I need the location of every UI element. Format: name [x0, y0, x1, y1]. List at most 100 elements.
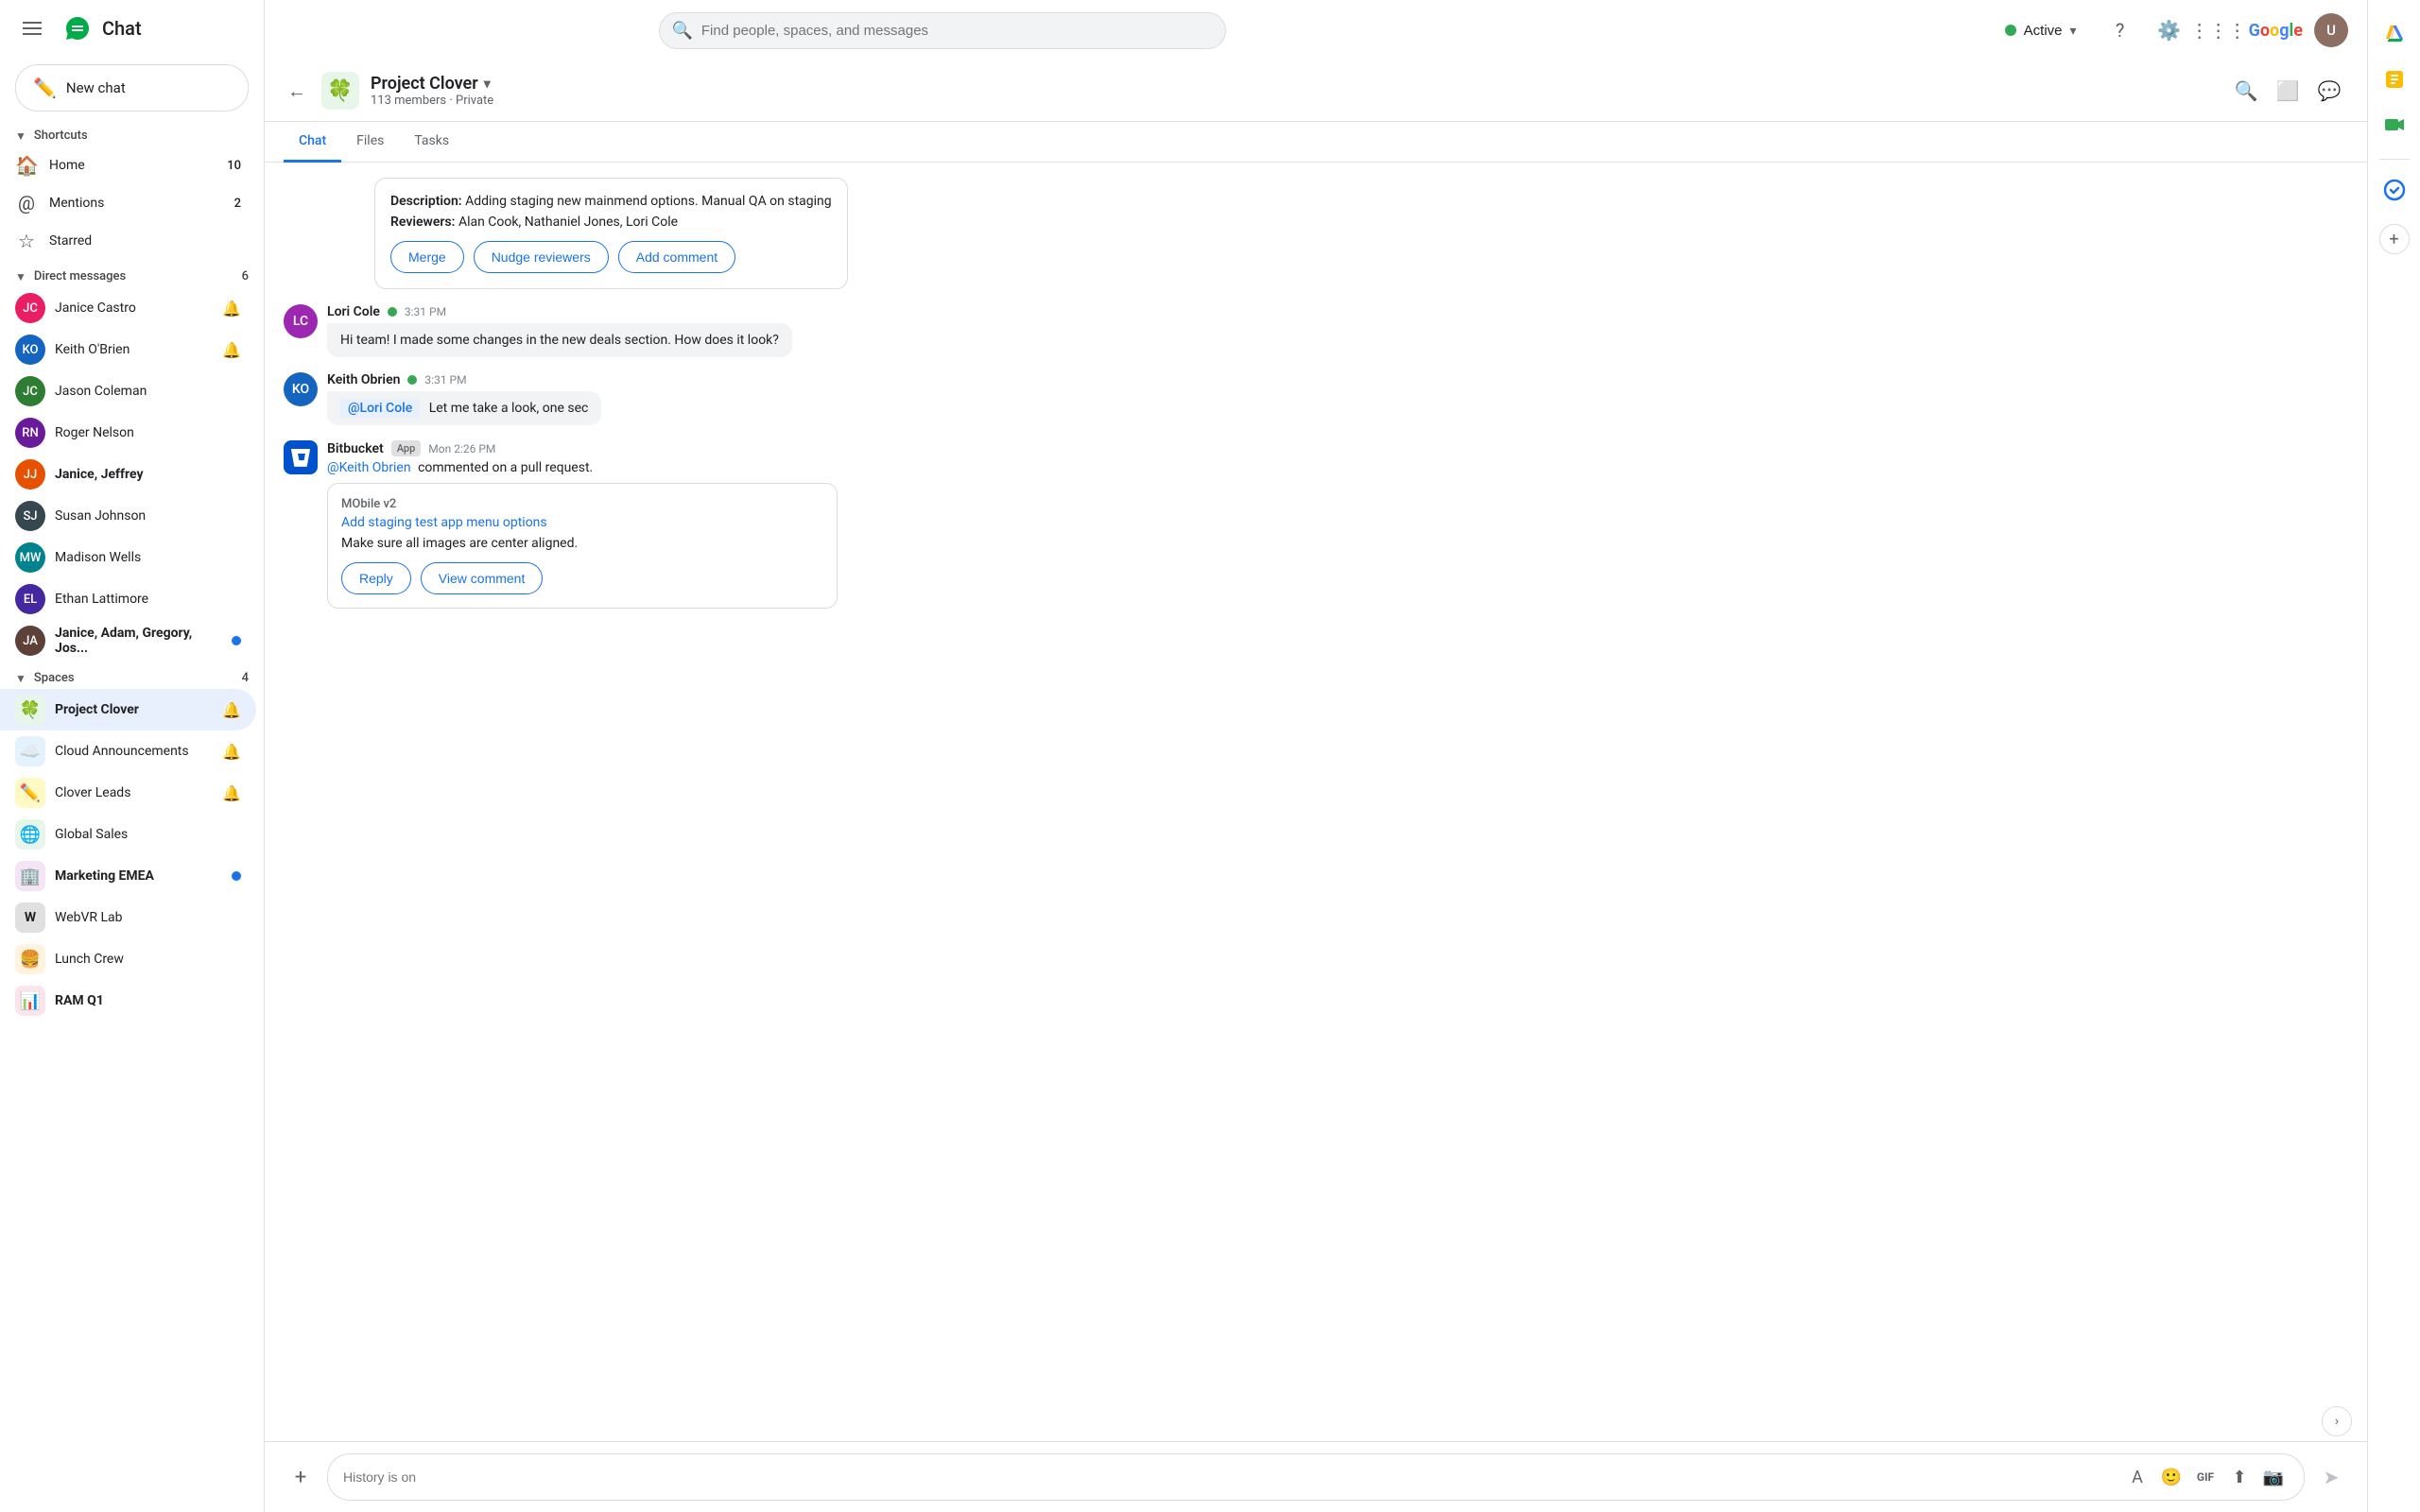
tab-files[interactable]: Files — [341, 122, 399, 163]
avatar-roger: RN — [15, 418, 45, 448]
video-icon[interactable]: 📷 — [2258, 1462, 2289, 1492]
msg-header-keith: Keith Obrien 3:31 PM — [327, 372, 2348, 387]
new-chat-button[interactable]: ✏️ New chat — [15, 64, 249, 112]
space-name-cloud: Cloud Announcements — [55, 744, 213, 759]
send-button[interactable]: ➤ — [2314, 1460, 2348, 1494]
spaces-label: Spaces — [34, 671, 75, 685]
shortcuts-chevron: ▼ — [15, 129, 26, 143]
chat-title-area: Project Clover ▾ 113 members · Private — [371, 74, 2216, 108]
upload-icon[interactable]: ⬆ — [2224, 1462, 2255, 1492]
shortcuts-label: Shortcuts — [34, 129, 88, 143]
status-label: Active — [2024, 23, 2063, 39]
avatar-keith: KO — [15, 335, 45, 365]
pr-message-row: Description: Adding staging new mainmend… — [284, 178, 2348, 289]
spaces-section[interactable]: ▼ Spaces 4 — [0, 662, 264, 689]
google-drive-icon-btn[interactable] — [2376, 15, 2413, 53]
help-icon-btn[interactable]: ? — [2101, 11, 2139, 49]
space-lunch-crew[interactable]: 🍔 Lunch Crew — [0, 938, 256, 980]
tab-tasks[interactable]: Tasks — [399, 122, 464, 163]
chat-subtitle: 113 members · Private — [371, 94, 2216, 108]
dm-name-susan: Susan Johnson — [55, 508, 241, 524]
avatar-group: JA — [15, 626, 45, 656]
gif-icon[interactable]: GIF — [2190, 1462, 2221, 1492]
dm-item-roger[interactable]: RN Roger Nelson — [0, 412, 256, 454]
dm-item-janice-jeffrey[interactable]: JJ Janice, Jeffrey — [0, 454, 256, 495]
dm-item-madison[interactable]: MW Madison Wells — [0, 537, 256, 578]
nudge-reviewers-button[interactable]: Nudge reviewers — [474, 241, 609, 273]
space-cloud-announcements[interactable]: ☁️ Cloud Announcements 🔔 — [0, 730, 256, 772]
mentions-nav-item[interactable]: @ Mentions 2 — [0, 184, 256, 222]
space-global-sales[interactable]: 🌐 Global Sales — [0, 814, 256, 855]
tab-chat[interactable]: Chat — [284, 122, 341, 163]
mention-tag-lori: @Lori Cole — [340, 399, 420, 418]
space-webvr-lab[interactable]: W WebVR Lab — [0, 897, 256, 938]
space-clover-leads[interactable]: ✏️ Clover Leads 🔔 — [0, 772, 256, 814]
home-nav-item[interactable]: 🏠 Home 10 — [0, 146, 256, 184]
msg-time-bitbucket: Mon 2:26 PM — [428, 442, 495, 455]
space-ram-q1[interactable]: 📊 RAM Q1 — [0, 980, 256, 1022]
user-avatar[interactable]: U — [2314, 13, 2348, 47]
message-input[interactable] — [343, 1469, 2115, 1485]
chat-title[interactable]: Project Clover ▾ — [371, 74, 2216, 94]
merge-button[interactable]: Merge — [390, 241, 464, 273]
spaces-count: 4 — [242, 671, 249, 685]
pr-card: Description: Adding staging new mainmend… — [374, 178, 848, 289]
msg-name-lori: Lori Cole — [327, 304, 380, 319]
hamburger-icon[interactable] — [15, 14, 49, 43]
add-comment-button[interactable]: Add comment — [618, 241, 735, 273]
avatar-janice-castro: JC — [15, 293, 45, 323]
dm-name-janice-jeffrey: Janice, Jeffrey — [55, 467, 241, 482]
dm-item-jason[interactable]: JC Jason Coleman — [0, 370, 256, 412]
dm-item-keith[interactable]: KO Keith O'Brien 🔔 — [0, 329, 256, 370]
add-button[interactable]: + — [284, 1460, 318, 1494]
format-text-icon[interactable]: A — [2122, 1462, 2152, 1492]
dm-section[interactable]: ▼ Direct messages 6 — [0, 260, 264, 287]
google-logo: Google — [2249, 21, 2303, 41]
settings-icon-btn[interactable]: ⚙️ — [2151, 11, 2188, 49]
msg-text-keith: Let me take a look, one sec — [429, 401, 589, 416]
starred-label: Starred — [49, 233, 241, 249]
back-button[interactable]: ← — [284, 76, 310, 107]
starred-nav-item[interactable]: ☆ Starred — [0, 222, 256, 260]
google-keep-icon-btn[interactable] — [2376, 60, 2413, 98]
bell-icon-cloud: 🔔 — [222, 743, 241, 761]
space-marketing-emea[interactable]: 🏢 Marketing EMEA — [0, 855, 256, 897]
shortcuts-section[interactable]: ▼ Shortcuts — [0, 119, 264, 146]
space-icon-marketing: 🏢 — [15, 861, 45, 891]
app-title: Chat — [102, 17, 142, 40]
dm-item-janice-castro[interactable]: JC Janice Castro 🔔 — [0, 287, 256, 329]
avatar-susan: SJ — [15, 501, 45, 531]
space-icon-ram: 📊 — [15, 986, 45, 1016]
search-bar: 🔍 — [659, 12, 1226, 49]
search-chat-button[interactable]: 🔍 — [2227, 72, 2265, 110]
status-button[interactable]: Active ▾ — [1992, 15, 2090, 46]
bitbucket-desc: Make sure all images are center aligned. — [341, 536, 823, 551]
google-meet-icon-btn[interactable] — [2376, 106, 2413, 144]
thread-view-button[interactable]: 💬 — [2310, 72, 2348, 110]
dm-label: Direct messages — [34, 269, 126, 284]
input-actions: A 🙂 GIF ⬆ 📷 — [2122, 1462, 2289, 1492]
emoji-icon[interactable]: 🙂 — [2156, 1462, 2187, 1492]
dm-item-susan[interactable]: SJ Susan Johnson — [0, 495, 256, 537]
reply-button[interactable]: Reply — [341, 562, 411, 594]
msg-content-bitbucket: Bitbucket App Mon 2:26 PM @Keith Obrien … — [327, 440, 2348, 609]
space-icon-global-sales: 🌐 — [15, 819, 45, 850]
bell-icon-keith: 🔔 — [222, 341, 241, 359]
starred-icon: ☆ — [15, 230, 38, 252]
space-icon-webvr: W — [15, 902, 45, 933]
space-icon-project-clover: 🍀 — [15, 695, 45, 725]
home-count: 10 — [227, 159, 241, 173]
right-add-button[interactable]: + — [2379, 224, 2410, 254]
apps-icon-btn[interactable]: ⋮⋮⋮ — [2200, 11, 2238, 49]
search-input[interactable] — [659, 12, 1226, 49]
scroll-down-button[interactable]: › — [2322, 1406, 2352, 1436]
dm-item-ethan[interactable]: EL Ethan Lattimore — [0, 578, 256, 620]
dm-item-group[interactable]: JA Janice, Adam, Gregory, Jos... — [0, 620, 256, 662]
view-comment-button[interactable]: View comment — [421, 562, 544, 594]
google-tasks-icon-btn[interactable] — [2376, 171, 2413, 209]
pr-description-text: Adding staging new mainmend options. Man… — [465, 194, 832, 209]
avatar-janice-jeffrey: JJ — [15, 459, 45, 490]
space-project-clover[interactable]: 🍀 Project Clover 🔔 — [0, 689, 256, 730]
split-view-button[interactable]: ⬜ — [2269, 72, 2307, 110]
bitbucket-link[interactable]: Add staging test app menu options — [341, 515, 823, 530]
